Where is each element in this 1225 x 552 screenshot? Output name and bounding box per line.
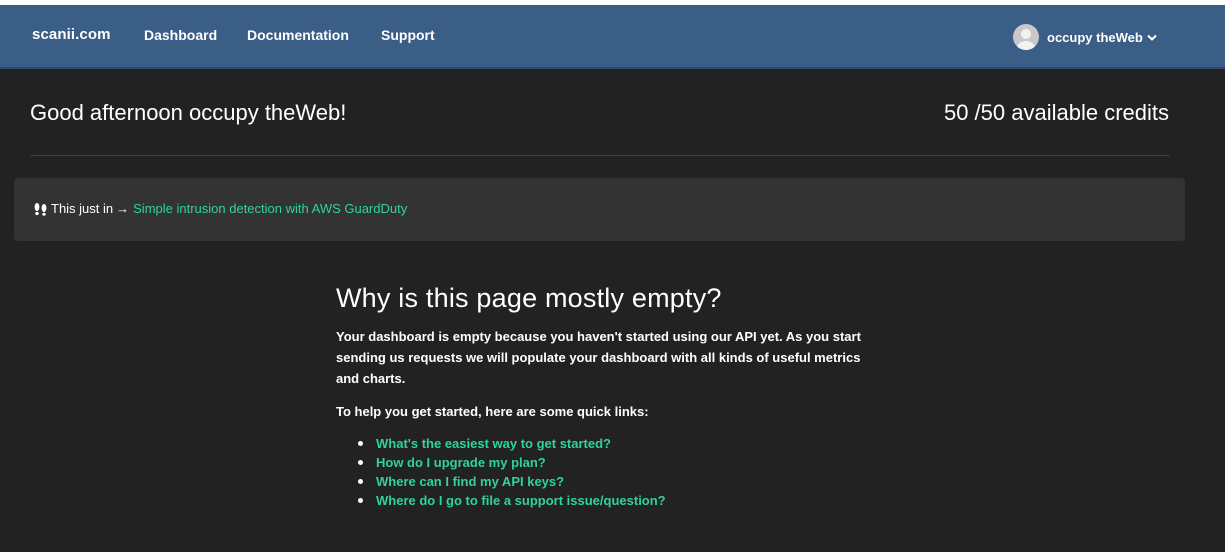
brand-link[interactable]: scanii.com	[32, 26, 111, 43]
user-menu-dropdown[interactable]: occupy theWeb	[1013, 23, 1157, 51]
app-frame: scanii.com Dashboard Documentation Suppo…	[0, 5, 1225, 552]
nav-link-documentation[interactable]: Documentation	[247, 27, 349, 43]
nav-link-support[interactable]: Support	[381, 27, 435, 43]
avatar-icon	[1013, 24, 1039, 50]
news-alert: This just in → Simple intrusion detectio…	[14, 178, 1185, 241]
greeting-heading: Good afternoon occupy theWeb!	[30, 100, 347, 125]
credits-counter: 50 /50 available credits	[943, 100, 1169, 125]
alert-article-link[interactable]: Simple intrusion detection with AWS Guar…	[133, 201, 407, 216]
list-item: How do I upgrade my plan?	[358, 453, 876, 472]
quick-link-upgrade-plan[interactable]: How do I upgrade my plan?	[376, 455, 546, 470]
header-divider	[30, 155, 1170, 156]
top-navbar: scanii.com Dashboard Documentation Suppo…	[0, 5, 1225, 69]
quick-links-list: What's the easiest way to get started? H…	[358, 434, 876, 510]
alert-prefix: This just in	[51, 201, 114, 216]
chevron-down-icon	[1147, 30, 1157, 45]
quick-link-get-started[interactable]: What's the easiest way to get started?	[376, 436, 611, 451]
footprints-icon	[33, 202, 49, 216]
arrow-right-icon: →	[116, 201, 130, 216]
empty-state-description: Your dashboard is empty because you have…	[336, 329, 861, 386]
quick-link-support-issue[interactable]: Where do I go to file a support issue/qu…	[376, 493, 666, 508]
list-item: Where do I go to file a support issue/qu…	[358, 491, 876, 510]
empty-state-title: Why is this page mostly empty?	[336, 283, 722, 313]
nav-link-dashboard[interactable]: Dashboard	[144, 27, 217, 43]
quick-link-api-keys[interactable]: Where can I find my API keys?	[376, 474, 564, 489]
user-name: occupy theWeb	[1047, 29, 1143, 45]
list-item: Where can I find my API keys?	[358, 472, 876, 491]
list-item: What's the easiest way to get started?	[358, 434, 876, 453]
empty-state-panel: Why is this page mostly empty? Your dash…	[336, 283, 876, 510]
quick-links-intro: To help you get started, here are some q…	[336, 404, 649, 419]
